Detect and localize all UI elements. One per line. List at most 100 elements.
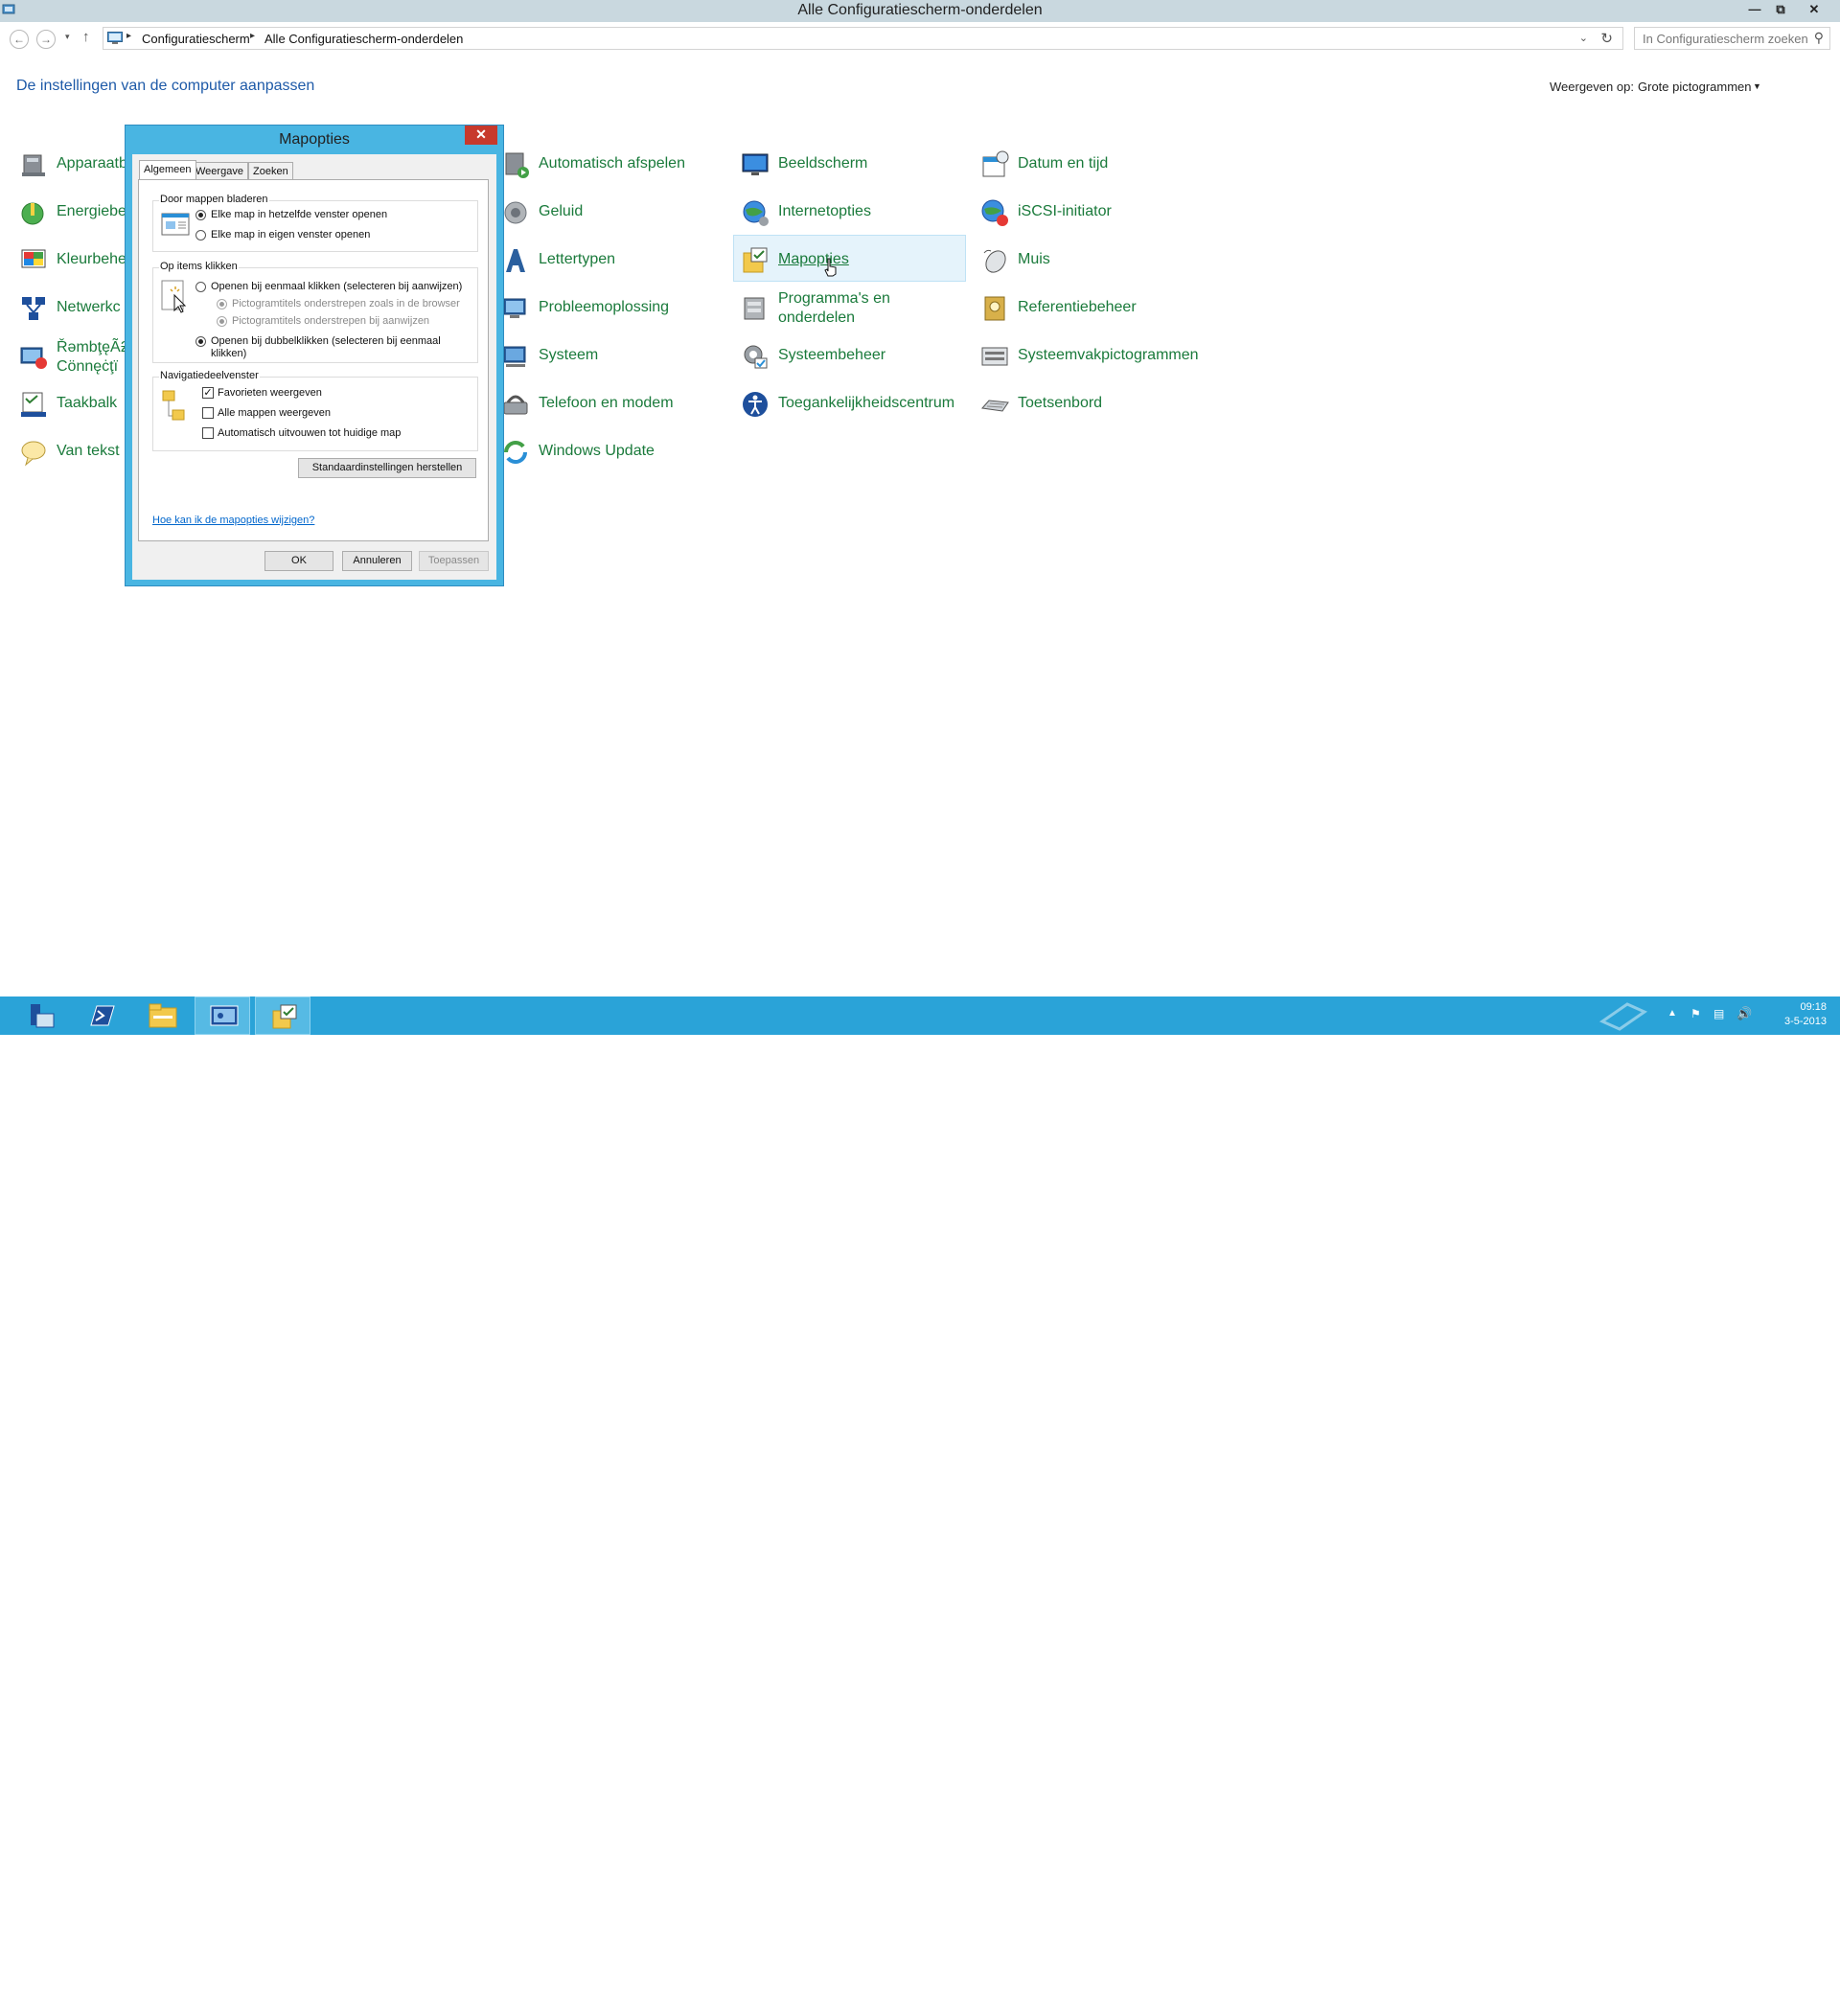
radio-same-window[interactable] <box>196 210 206 220</box>
help-link[interactable]: Hoe kan ik de mapopties wijzigen? <box>152 515 314 526</box>
breadcrumb-control-panel[interactable]: Configuratiescherm <box>142 32 250 46</box>
taskbar-clock[interactable]: 09:18 3-5-2013 <box>1771 1000 1827 1029</box>
recent-locations-dropdown[interactable]: ▾ <box>65 32 70 42</box>
taskbar-folder-options[interactable] <box>255 997 310 1035</box>
item-internetopties[interactable]: Internetopties <box>736 189 966 233</box>
option-own-window[interactable]: Elke map in eigen venster openen <box>211 229 370 241</box>
folder-options-dialog: Mapopties ✕ Algemeen Weergave Zoeken Doo… <box>125 125 504 586</box>
item-lettertypen[interactable]: Lettertypen <box>496 237 726 281</box>
tab-algemeen[interactable]: Algemeen <box>139 160 196 179</box>
item-label: Van tekst <box>57 443 120 459</box>
book-watermark-icon <box>1598 1002 1648 1031</box>
item-label: Automatisch afspelen <box>539 155 685 172</box>
system-icon <box>503 346 526 367</box>
windows-update-icon <box>504 441 527 464</box>
item-systeemvakpictogrammen[interactable]: Systeemvakpictogrammen <box>976 332 1206 377</box>
item-label: Kleurbehe <box>57 251 126 267</box>
search-input[interactable]: In Configuratiescherm zoeken ⚲ <box>1634 27 1830 50</box>
item-iscsi-initiator[interactable]: iSCSI-initiator <box>976 189 1206 233</box>
option-single-click[interactable]: Openen bij eenmaal klikken (selecteren b… <box>211 281 462 293</box>
minimize-button[interactable]: — <box>1742 1 1767 18</box>
forward-button[interactable]: → <box>36 30 56 49</box>
item-label: ŘəmbţęÃƻ Cönnęċţï <box>57 339 129 375</box>
item-referentiebeheer[interactable]: Referentiebeheer <box>976 285 1206 329</box>
item-muis[interactable]: Muis <box>976 237 1206 281</box>
notification-area-icon <box>981 347 1008 366</box>
server-manager-icon <box>31 1004 55 1028</box>
device-manager-icon <box>22 154 45 176</box>
item-label: Programma's en onderdelen <box>778 290 890 326</box>
power-options-icon <box>21 202 44 225</box>
item-label: Internetopties <box>778 203 871 219</box>
window-title: Alle Configuratiescherm-onderdelen <box>797 2 1043 18</box>
item-label: Netwerkc <box>57 299 121 315</box>
chevron-down-icon[interactable]: ▼ <box>1753 81 1761 91</box>
credential-manager-icon <box>984 296 1005 321</box>
powershell-icon <box>90 1005 115 1026</box>
item-telefoon-en-modem[interactable]: Telefoon en modem <box>496 380 726 424</box>
checkbox-show-all-folders[interactable] <box>202 407 214 419</box>
cancel-button[interactable]: Annuleren <box>342 551 412 571</box>
item-label: Systeemvakpictogrammen <box>1018 347 1199 363</box>
item-systeembeheer[interactable]: Systeembeheer <box>736 332 966 377</box>
accessibility-icon <box>743 392 768 417</box>
option-double-click[interactable]: Openen bij dubbelklikken (selecteren bij… <box>211 335 441 360</box>
taskbar-control-panel[interactable] <box>195 997 250 1035</box>
item-toegankelijkheidscentrum[interactable]: Toegankelijkheidscentrum <box>736 380 966 424</box>
item-automatisch-afspelen[interactable]: Automatisch afspelen <box>496 141 726 185</box>
item-label: Toetsenbord <box>1018 395 1103 411</box>
item-beeldscherm[interactable]: Beeldscherm <box>736 141 966 185</box>
option-underline-hover: Pictogramtitels onderstrepen bij aanwijz… <box>232 315 430 327</box>
item-mapopties[interactable]: Mapopties <box>733 235 966 282</box>
radio-own-window[interactable] <box>196 230 206 241</box>
restore-defaults-button[interactable]: Standaardinstellingen herstellen <box>298 458 476 478</box>
checkbox-show-favorites[interactable]: ✓ <box>202 387 214 399</box>
taskbar-powershell[interactable] <box>74 997 129 1035</box>
radio-double-click[interactable] <box>196 336 206 347</box>
dialog-title: Mapopties <box>279 131 350 148</box>
troubleshooting-icon <box>503 298 526 318</box>
tab-weergave[interactable]: Weergave <box>191 162 248 179</box>
item-programmas-en-onderdelen[interactable]: Programma's en onderdelen <box>736 285 966 329</box>
taskbar-explorer[interactable] <box>134 997 190 1035</box>
item-geluid[interactable]: Geluid <box>496 189 726 233</box>
close-button[interactable]: ✕ <box>1802 1 1827 18</box>
group-legend: Op items klikken <box>159 261 239 272</box>
clock-date: 3-5-2013 <box>1783 1016 1827 1027</box>
breadcrumb-all-items[interactable]: Alle Configuratiescherm-onderdelen <box>264 32 463 46</box>
item-label: Geluid <box>539 203 584 219</box>
chevron-down-icon[interactable]: ⌄ <box>1579 32 1588 44</box>
item-windows-update[interactable]: Windows Update <box>496 428 726 472</box>
ok-button[interactable]: OK <box>264 551 334 571</box>
option-underline-browser: Pictogramtitels onderstrepen zoals in de… <box>232 298 460 309</box>
item-datum-en-tijd[interactable]: Datum en tijd <box>976 141 1206 185</box>
taskbar: The Collection Book ▲ ⚑ ▤ 🔊 <box>0 997 1840 2015</box>
refresh-icon[interactable]: ↻ <box>1600 30 1613 47</box>
address-bar[interactable]: ▸ Configuratiescherm ▸ Alle Configuratie… <box>103 27 1623 50</box>
item-systeem[interactable]: Systeem <box>496 332 726 377</box>
item-label: Datum en tijd <box>1018 155 1109 172</box>
window-icon <box>161 213 190 236</box>
option-show-favorites[interactable]: Favorieten weergeven <box>218 387 322 400</box>
back-button[interactable]: ← <box>10 30 29 49</box>
option-auto-expand[interactable]: Automatisch uitvouwen tot huidige map <box>218 427 401 440</box>
search-icon[interactable]: ⚲ <box>1814 30 1824 46</box>
item-label: Mapopties <box>778 251 849 267</box>
radio-single-click[interactable] <box>196 282 206 292</box>
option-show-all-folders[interactable]: Alle mappen weergeven <box>218 407 331 420</box>
navigation-bar: ← → ▾ ↑ ▸ Configuratiescherm ▸ Alle Conf… <box>0 22 1840 57</box>
item-probleemoplossing[interactable]: Probleemoplossing <box>496 285 726 329</box>
group-legend: Door mappen bladeren <box>159 194 269 205</box>
item-label: Energiebe <box>57 203 126 219</box>
click-pointer-icon <box>161 280 187 313</box>
view-by-dropdown[interactable]: Grote pictogrammen <box>1638 80 1752 94</box>
option-same-window[interactable]: Elke map in hetzelfde venster openen <box>211 209 387 221</box>
checkbox-auto-expand[interactable] <box>202 427 214 439</box>
restore-button[interactable]: ⧉ <box>1768 1 1793 18</box>
tab-zoeken[interactable]: Zoeken <box>248 162 293 179</box>
item-label: Telefoon en modem <box>539 395 674 411</box>
item-toetsenbord[interactable]: Toetsenbord <box>976 380 1206 424</box>
taskbar-server-manager[interactable] <box>13 997 69 1035</box>
up-button[interactable]: ↑ <box>82 29 90 45</box>
dialog-close-button[interactable]: ✕ <box>465 126 497 145</box>
